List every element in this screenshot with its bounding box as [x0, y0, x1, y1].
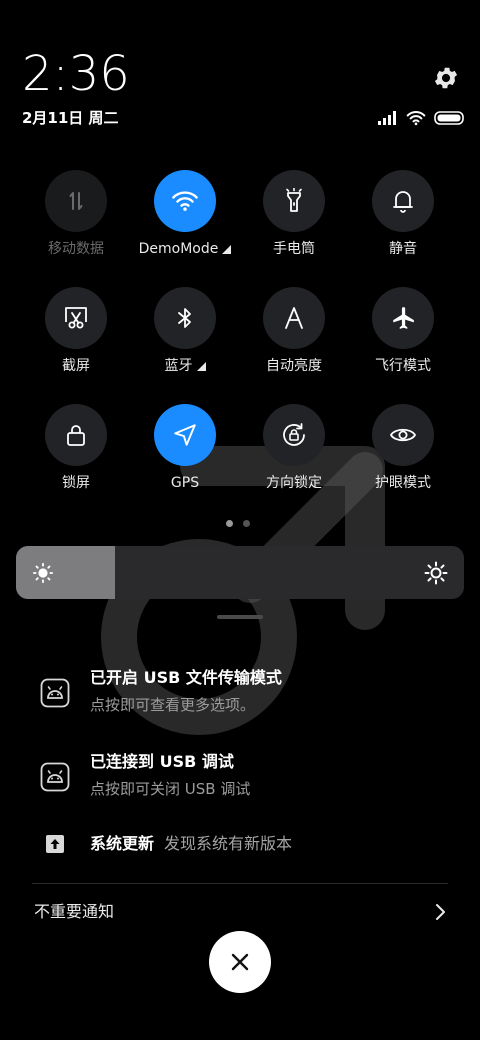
brightness-fill: [16, 546, 115, 599]
gear-icon[interactable]: [432, 64, 460, 92]
bluetooth-icon[interactable]: [154, 287, 216, 349]
toggle-label-text: 截屏: [62, 358, 90, 374]
toggle-airplane[interactable]: 飞行模式: [348, 287, 458, 397]
toggle-label-text: 飞行模式: [375, 358, 431, 374]
toggle-auto-brightness[interactable]: 自动亮度: [239, 287, 349, 397]
clear-all-button[interactable]: [209, 931, 271, 993]
notification-subtitle: 点按即可查看更多选项。: [90, 696, 256, 714]
toggle-label: 方向锁定: [266, 474, 322, 492]
notification-usb-transfer[interactable]: 已开启 USB 文件传输模式 点按即可查看更多选项。: [0, 664, 480, 724]
notification-title: 系统更新: [90, 834, 155, 853]
brightness-high-icon: [424, 561, 448, 585]
eye-icon[interactable]: [372, 404, 434, 466]
location-icon[interactable]: [154, 404, 216, 466]
toggle-label-text: 方向锁定: [266, 475, 322, 491]
mobile-data-icon[interactable]: [45, 170, 107, 232]
notification-title: 已开启 USB 文件传输模式: [90, 668, 282, 687]
toggle-label-text: 蓝牙: [164, 358, 193, 374]
status-icons: [378, 108, 466, 128]
signal-icon: [378, 111, 396, 125]
notification-title-row: 系统更新 发现系统有新版本: [90, 833, 292, 855]
notification-shade: 2:36 2月11日 周二 移动数据 DemoMode 手电筒 静音截屏 蓝牙 自动亮度 飞…: [0, 0, 480, 1040]
unimportant-notifications-label[interactable]: 不重要通知: [34, 901, 114, 923]
page-indicator: [226, 520, 250, 527]
toggle-label: 截屏: [62, 357, 90, 375]
toggle-label-text: 移动数据: [48, 241, 104, 257]
chevron-right-icon[interactable]: [432, 902, 448, 922]
notification-usb-debugging[interactable]: 已连接到 USB 调试 点按即可关闭 USB 调试: [0, 748, 480, 808]
rotation-lock-icon[interactable]: [263, 404, 325, 466]
toggle-rotation-lock[interactable]: 方向锁定: [239, 404, 349, 514]
bell-icon[interactable]: [372, 170, 434, 232]
toggle-label: 蓝牙: [165, 357, 206, 375]
expand-arrow-icon[interactable]: [222, 244, 232, 254]
toggle-label: GPS: [171, 474, 199, 492]
lock-icon[interactable]: [45, 404, 107, 466]
toggle-location[interactable]: GPS: [130, 404, 240, 514]
toggle-label: 飞行模式: [375, 357, 431, 375]
toggle-label: DemoMode: [139, 240, 232, 258]
date-label[interactable]: 2月11日 周二: [22, 108, 119, 128]
notification-subtitle: 发现系统有新版本: [164, 834, 293, 853]
toggle-label-text: DemoMode: [138, 241, 219, 257]
wifi-icon[interactable]: [154, 170, 216, 232]
page-dot: [243, 520, 250, 527]
toggle-label: 静音: [389, 240, 417, 258]
toggle-bluetooth[interactable]: 蓝牙: [130, 287, 240, 397]
divider: [32, 883, 448, 884]
toggle-label-text: 锁屏: [62, 475, 90, 491]
notification-title: 已连接到 USB 调试: [90, 752, 234, 771]
toggle-label: 自动亮度: [266, 357, 322, 375]
toggle-bell[interactable]: 静音: [348, 170, 458, 280]
close-icon: [231, 953, 249, 971]
page-dot: [226, 520, 233, 527]
android-icon: [40, 678, 70, 708]
drag-handle[interactable]: [217, 615, 263, 619]
auto-brightness-icon[interactable]: [263, 287, 325, 349]
toggle-wifi[interactable]: DemoMode: [130, 170, 240, 280]
toggle-label: 锁屏: [62, 474, 90, 492]
clock-time[interactable]: 2:36: [22, 44, 130, 104]
toggle-label-text: 手电筒: [273, 241, 315, 257]
toggle-label-text: 护眼模式: [375, 475, 431, 491]
brightness-slider[interactable]: [16, 546, 464, 599]
flashlight-icon[interactable]: [263, 170, 325, 232]
toggle-label: 移动数据: [48, 240, 104, 258]
toggle-flashlight[interactable]: 手电筒: [239, 170, 349, 280]
toggle-screenshot[interactable]: 截屏: [21, 287, 131, 397]
battery-icon: [434, 111, 464, 125]
toggle-label: 手电筒: [273, 240, 315, 258]
toggle-mobile-data[interactable]: 移动数据: [21, 170, 131, 280]
toggle-eye[interactable]: 护眼模式: [348, 404, 458, 514]
toggle-label: 护眼模式: [375, 474, 431, 492]
notification-subtitle: 点按即可关闭 USB 调试: [90, 780, 251, 798]
system-update-icon: [46, 835, 64, 853]
toggle-label-text: 自动亮度: [266, 358, 322, 374]
screenshot-icon[interactable]: [45, 287, 107, 349]
toggle-lock[interactable]: 锁屏: [21, 404, 131, 514]
toggle-label-text: 静音: [389, 241, 417, 257]
notification-system-update[interactable]: 系统更新 发现系统有新版本: [0, 830, 480, 858]
android-icon: [40, 762, 70, 792]
brightness-low-icon: [32, 562, 54, 584]
wifi-icon: [406, 111, 426, 126]
toggle-label-text: GPS: [170, 475, 200, 491]
expand-arrow-icon[interactable]: [196, 361, 206, 371]
airplane-icon[interactable]: [372, 287, 434, 349]
